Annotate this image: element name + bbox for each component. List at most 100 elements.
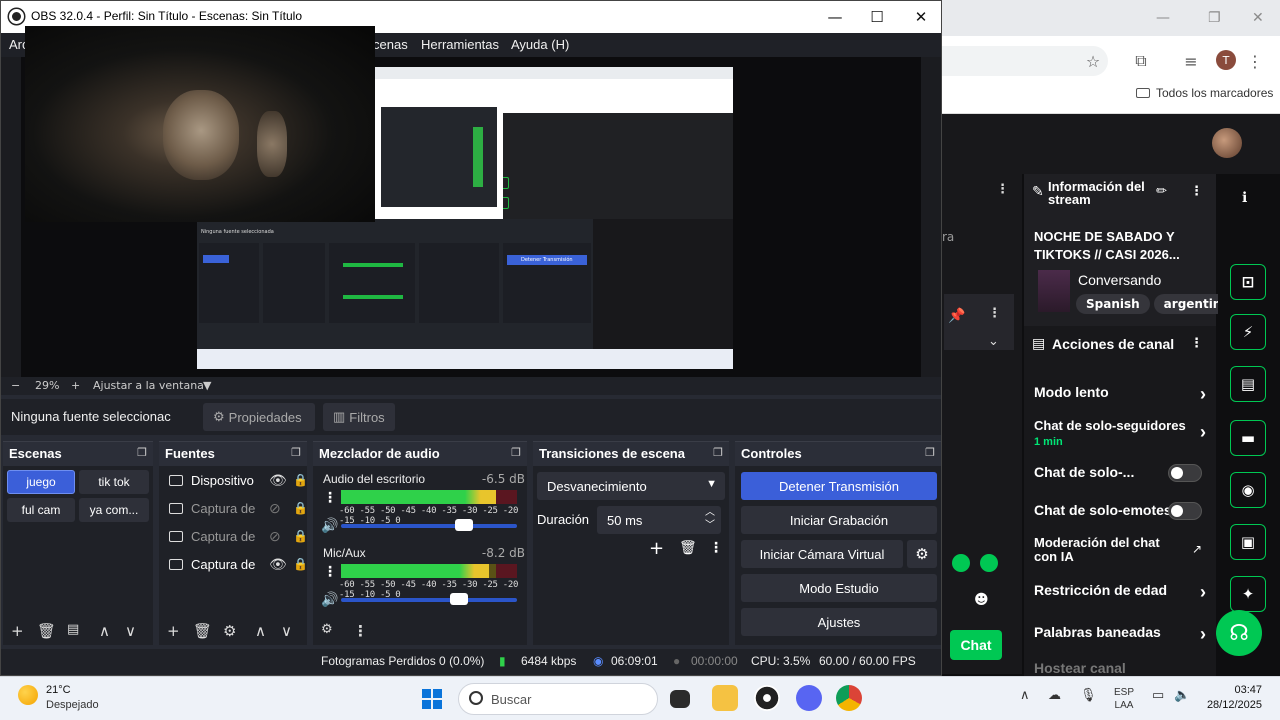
action-emote-only[interactable]: Chat de solo-emotes [1034, 502, 1210, 520]
action-age-restriction[interactable]: Restricción de edad › [1034, 582, 1210, 602]
menu-escenas[interactable]: cenas [373, 37, 408, 52]
scene-item-ya-com[interactable]: ya com... [79, 498, 149, 522]
action-host-channel[interactable]: Hostear canal [1034, 660, 1210, 676]
lightning-icon[interactable]: ⚡ [1230, 314, 1266, 350]
chevron-up-icon[interactable]: ∧ [1020, 687, 1030, 703]
kebab-icon[interactable]: ⋮ [1190, 184, 1203, 199]
advanced-audio-icon[interactable]: ⚙ [321, 622, 333, 637]
add-icon[interactable]: + [649, 538, 664, 559]
stepper-arrows-icon[interactable]: ︿ ﹀ [705, 506, 715, 532]
eye-icon[interactable]: 👁 [269, 556, 287, 573]
chrome-icon[interactable] [836, 685, 862, 711]
filters-button[interactable]: ▥ Filtros [323, 403, 395, 431]
emoji-icon[interactable]: ☻ [974, 592, 989, 608]
layout-icon[interactable]: ▣ [1230, 524, 1266, 560]
move-down-icon[interactable]: ∨ [281, 622, 292, 640]
gear-icon[interactable]: ⚙ [907, 540, 937, 568]
toggle-switch[interactable] [1168, 502, 1202, 520]
chevron-down-icon[interactable]: ⌄ [988, 334, 999, 349]
source-item[interactable]: Captura de 👁 🔒 [167, 556, 308, 578]
action-slow-mode[interactable]: Modo lento › [1034, 384, 1210, 404]
info-icon[interactable]: ℹ [1242, 190, 1247, 206]
filter-icon[interactable]: ▤ [67, 622, 79, 637]
toggle-switch[interactable] [1168, 464, 1202, 482]
action-banned-words[interactable]: Palabras baneadas › [1034, 624, 1210, 644]
move-up-icon[interactable]: ∧ [255, 622, 266, 640]
kebab-icon[interactable]: ⋮ [323, 490, 337, 506]
add-icon[interactable]: + [167, 622, 180, 640]
scene-item-tik-tok[interactable]: tik tok [79, 470, 149, 494]
bookmarks-all[interactable]: Todos los marcadores [1136, 86, 1273, 100]
clock[interactable]: 03:47 28/12/2025 [1207, 683, 1262, 713]
eye-hidden-icon[interactable]: ⊘ [269, 500, 281, 517]
menu-herramientas[interactable]: Herramientas [421, 37, 499, 52]
trash-icon[interactable]: 🗑 [193, 622, 212, 640]
gear-icon[interactable]: ⚙ [223, 622, 236, 640]
weather-desc[interactable]: Despejado [46, 699, 99, 711]
source-item[interactable]: Dispositivo 👁 🔒 [167, 472, 308, 494]
wrench-icon[interactable]: ✦ [1230, 576, 1266, 612]
slider-knob[interactable] [455, 519, 474, 531]
taskbar-search[interactable]: Buscar [458, 683, 658, 715]
properties-button[interactable]: ⚙ Propiedades [203, 403, 315, 431]
broadcast-icon[interactable]: ◉ [1230, 472, 1266, 508]
kebab-icon[interactable]: ⋮ [1190, 336, 1203, 351]
start-virtual-camera-button[interactable]: Iniciar Cámara Virtual [741, 540, 903, 568]
weather-temp[interactable]: 21°C [46, 684, 71, 696]
speaker-icon[interactable]: 🔊 [321, 518, 338, 534]
close-icon[interactable]: ✕ [901, 5, 941, 29]
scene-item-ful-cam[interactable]: ful cam [7, 498, 75, 522]
star-icon[interactable]: ☆ [1082, 50, 1104, 72]
kebab-icon[interactable]: ⋮ [709, 540, 723, 556]
trash-icon[interactable]: 🗑 [37, 622, 56, 640]
menu-kebab-icon[interactable]: ⋮ [1244, 50, 1266, 72]
duration-stepper[interactable]: 50 ms ︿ ﹀ [597, 506, 721, 534]
edit-icon[interactable]: ✏ [1156, 184, 1167, 199]
windows-start-icon[interactable] [422, 689, 442, 709]
scene-item-juego[interactable]: juego [7, 470, 75, 494]
weather-icon[interactable] [18, 685, 38, 705]
lock-icon[interactable]: 🔒 [293, 529, 308, 543]
volume-slider[interactable] [341, 519, 517, 531]
dropdown-caret-icon[interactable]: ▼ [203, 379, 211, 392]
task-view-icon[interactable] [670, 690, 690, 708]
studio-mode-button[interactable]: Modo Estudio [741, 574, 937, 602]
action-sub-only[interactable]: Chat de solo-... [1034, 464, 1210, 482]
kebab-icon[interactable]: ⋮ [323, 564, 337, 580]
move-down-icon[interactable]: ∨ [125, 622, 136, 640]
minimize-icon[interactable]: — [815, 5, 855, 29]
notes-icon[interactable]: ▤ [1230, 366, 1266, 402]
add-icon[interactable]: + [11, 622, 24, 640]
minimize-icon[interactable]: — [1156, 10, 1170, 26]
emote-icon[interactable] [952, 554, 970, 572]
network-icon[interactable]: ▭ [1152, 687, 1164, 703]
action-followers-only[interactable]: Chat de solo-seguidores 1 min › [1034, 418, 1210, 448]
zoom-out-icon[interactable]: − [11, 379, 20, 392]
settings-button[interactable]: Ajustes [741, 608, 937, 636]
source-item[interactable]: Captura de ⊘ 🔒 [167, 528, 308, 550]
maximize-icon[interactable]: ☐ [857, 5, 897, 29]
undock-icon[interactable]: ❐ [511, 446, 521, 459]
lock-icon[interactable]: 🔒 [293, 501, 308, 515]
fit-to-window[interactable]: Ajustar a la ventana [93, 379, 204, 392]
zoom-in-icon[interactable]: + [71, 379, 80, 392]
volume-icon[interactable]: 🔈 [1174, 687, 1190, 703]
file-explorer-icon[interactable] [712, 685, 738, 711]
kebab-icon[interactable]: ⋮ [353, 622, 368, 640]
start-recording-button[interactable]: Iniciar Grabación [741, 506, 937, 534]
maximize-icon[interactable]: ❐ [1208, 10, 1221, 26]
close-icon[interactable]: ✕ [1252, 10, 1264, 26]
profile-avatar[interactable]: T [1216, 50, 1236, 70]
source-item[interactable]: Captura de ⊘ 🔒 [167, 500, 308, 522]
tag-chip[interactable]: Spanish [1076, 294, 1150, 314]
kebab-icon[interactable]: ⋮ [988, 306, 1001, 321]
undock-icon[interactable]: ❐ [137, 446, 147, 459]
pin-icon[interactable]: 📌 [948, 308, 965, 324]
chat-button[interactable]: Chat [950, 630, 1002, 660]
obs-app-icon[interactable] [754, 685, 780, 711]
lock-icon[interactable]: 🔒 [293, 473, 308, 487]
trash-icon[interactable]: 🗑 [679, 540, 697, 556]
undock-icon[interactable]: ❐ [291, 446, 301, 459]
emote-icon[interactable] [980, 554, 998, 572]
language-indicator[interactable]: ESP LAA [1114, 686, 1134, 712]
